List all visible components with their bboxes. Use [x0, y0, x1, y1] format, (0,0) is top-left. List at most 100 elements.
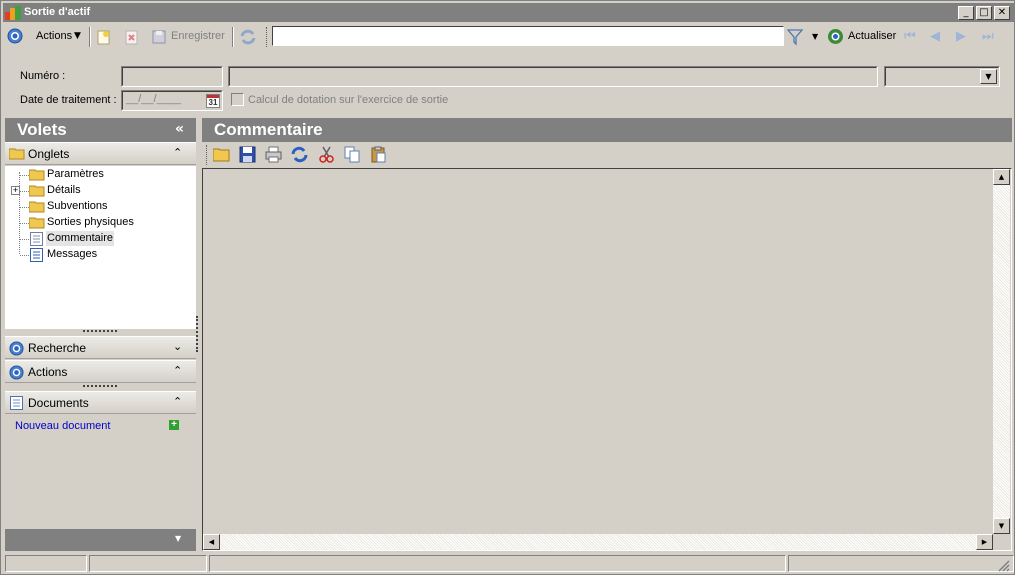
filter-dropdown-icon[interactable]: ▼ [812, 32, 818, 41]
description-field[interactable] [228, 66, 878, 87]
tree-connector [20, 191, 29, 192]
volets-title: Volets [17, 120, 67, 139]
dotation-checkbox-label: Calcul de dotation sur l'exercice de sor… [248, 94, 449, 106]
previous-record-icon[interactable]: ◀ [930, 29, 940, 44]
maximize-icon: □ [979, 7, 989, 18]
actions-section-header[interactable]: Actions ⌃ [5, 360, 196, 383]
document-icon [10, 396, 23, 410]
chevron-down-icon[interactable]: ▼ [980, 69, 997, 84]
tree-item-label: Subventions [47, 200, 108, 212]
tree-item-label: Sorties physiques [47, 216, 134, 228]
folder-icon [29, 201, 45, 213]
numero-field[interactable] [121, 66, 223, 87]
toolbar-grip[interactable] [266, 27, 269, 47]
tree-item-messages[interactable]: Messages [5, 247, 196, 263]
save-icon[interactable] [239, 146, 256, 163]
document-icon [30, 232, 43, 246]
open-folder-icon[interactable] [213, 147, 230, 162]
onglets-section-header[interactable]: Onglets ⌃ [5, 142, 196, 165]
chevron-down-icon: ▼ [74, 31, 81, 41]
actions-menu-button[interactable]: Actions ▼ [34, 27, 84, 47]
vertical-scrollbar[interactable]: ▲ ▼ [993, 169, 1010, 534]
toolbar-grip[interactable] [206, 145, 209, 165]
expand-icon[interactable]: + [11, 186, 20, 195]
numero-label: Numéro : [20, 70, 66, 82]
paste-icon[interactable] [370, 146, 387, 163]
tree-connector [20, 175, 29, 176]
resize-grip-icon[interactable] [996, 558, 1010, 572]
add-icon[interactable]: + [169, 420, 179, 430]
save-button[interactable]: Enregistrer [149, 27, 227, 47]
delete-icon[interactable] [124, 29, 140, 45]
close-button[interactable]: ✕ [994, 6, 1010, 20]
minimize-button[interactable]: _ [958, 6, 974, 20]
scroll-up-icon[interactable]: ▲ [993, 169, 1010, 185]
scroll-left-icon[interactable]: ◀ [203, 534, 220, 550]
tree-item-label: Commentaire [46, 231, 115, 246]
scroll-right-icon[interactable]: ▶ [976, 534, 993, 550]
onglets-tree: Paramètres + Détails Subventions Sorties… [5, 166, 196, 329]
horizontal-scrollbar[interactable]: ◀ ▶ [203, 534, 993, 550]
tree-item-label: Détails [47, 184, 81, 196]
app-icon [5, 6, 21, 20]
filter-icon[interactable] [786, 28, 804, 46]
title-bar: Sortie d'actif _ □ ✕ [3, 3, 1014, 22]
comment-text [205, 171, 993, 533]
expand-section-icon[interactable]: ⌄ [173, 340, 182, 353]
tree-item-parametres[interactable]: Paramètres [5, 167, 196, 183]
refresh-button[interactable]: Actualiser [825, 27, 899, 47]
filter-input[interactable] [272, 26, 784, 46]
new-icon[interactable] [96, 29, 112, 45]
collapse-section-icon[interactable]: ⌃ [173, 364, 182, 377]
new-document-link[interactable]: Nouveau document [15, 420, 110, 432]
copy-icon[interactable] [344, 146, 361, 163]
save-label: Enregistrer [171, 30, 225, 42]
sync-icon[interactable] [239, 28, 257, 46]
onglets-title: Onglets [28, 147, 70, 161]
maximize-button[interactable]: □ [976, 6, 992, 20]
print-icon[interactable] [265, 146, 282, 163]
refresh-icon[interactable] [291, 146, 308, 163]
tree-item-label: Messages [47, 248, 98, 260]
status-cell [788, 555, 1014, 572]
tree-item-commentaire[interactable]: Commentaire [5, 231, 196, 247]
type-select[interactable]: ▼ [884, 66, 1000, 87]
collapse-panel-icon[interactable]: « [175, 121, 184, 137]
scroll-down-icon[interactable]: ▼ [993, 518, 1010, 534]
last-record-icon[interactable]: ⏭ [982, 29, 994, 44]
document-icon [30, 248, 43, 262]
documents-title: Documents [28, 396, 89, 410]
application-window: Sortie d'actif _ □ ✕ Actions ▼ Enregistr… [0, 0, 1015, 575]
date-field[interactable]: __/__/____ 31 [121, 90, 223, 111]
tree-item-sorties-physiques[interactable]: Sorties physiques [5, 215, 196, 231]
collapse-section-icon[interactable]: ⌃ [173, 146, 182, 159]
next-record-icon[interactable]: ▶ [956, 29, 966, 44]
tree-item-subventions[interactable]: Subventions [5, 199, 196, 215]
recherche-section-header[interactable]: Recherche ⌄ [5, 336, 196, 359]
date-label: Date de traitement : [20, 94, 117, 106]
cut-icon[interactable] [318, 146, 335, 163]
first-record-icon[interactable]: ⏮ [904, 29, 916, 44]
calendar-icon[interactable]: 31 [206, 94, 220, 108]
documents-section-header[interactable]: Documents ⌃ [5, 391, 196, 414]
chevron-down-icon[interactable]: ▼ [175, 534, 181, 543]
collapse-section-icon[interactable]: ⌃ [173, 395, 182, 408]
dotation-checkbox[interactable] [231, 93, 244, 106]
splitter-grip[interactable] [83, 385, 117, 388]
folder-icon [9, 148, 25, 160]
comment-editor[interactable]: ▲ ▼ ◀ ▶ [202, 168, 1012, 551]
main-toolbar: Actions ▼ Enregistrer ▼ Actualiser ⏮ ◀ ▶… [3, 24, 1014, 50]
tree-connector [20, 207, 29, 208]
splitter-grip[interactable] [83, 330, 117, 333]
folder-icon [29, 185, 45, 197]
description-value [229, 67, 877, 86]
tree-connector [20, 239, 29, 240]
minimize-icon: _ [963, 7, 969, 18]
vertical-splitter[interactable] [196, 316, 199, 352]
window-title: Sortie d'actif [24, 6, 91, 18]
recherche-title: Recherche [28, 341, 87, 355]
status-cell [209, 555, 786, 572]
toolbar-separator [232, 27, 234, 47]
tree-item-details[interactable]: + Détails [5, 183, 196, 199]
tree-item-label: Paramètres [47, 168, 104, 180]
